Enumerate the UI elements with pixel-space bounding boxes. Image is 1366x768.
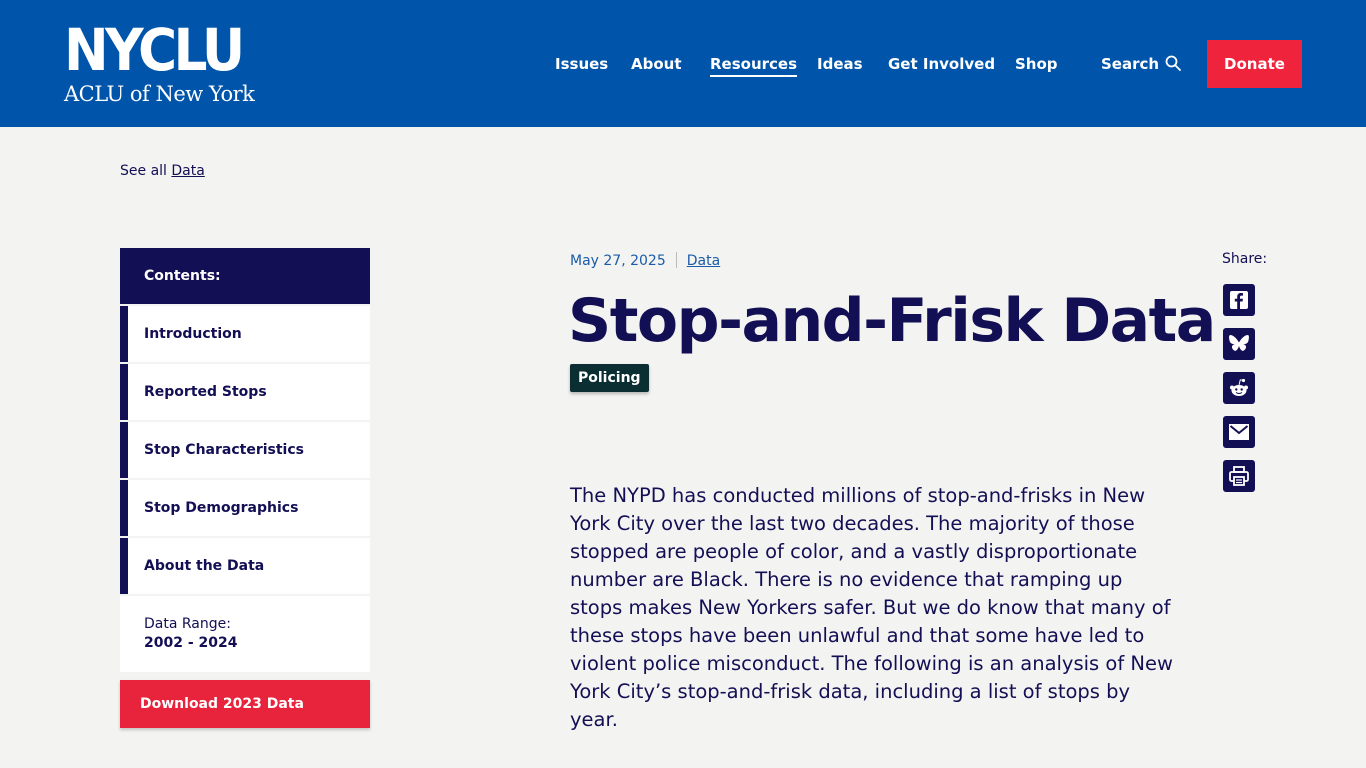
contents-heading: Contents: — [120, 248, 370, 304]
search-button[interactable]: Search — [1101, 54, 1181, 74]
nav-ideas[interactable]: Ideas — [817, 54, 863, 74]
reddit-icon — [1230, 378, 1248, 396]
toc-item-stop-characteristics[interactable]: Stop Characteristics — [120, 422, 370, 478]
print-icon — [1229, 466, 1249, 486]
topic-tag-policing[interactable]: Policing — [570, 364, 649, 392]
data-range: Data Range: 2002 - 2024 — [120, 596, 370, 672]
nav-resources[interactable]: Resources — [710, 54, 798, 77]
share-print-button[interactable] — [1223, 460, 1255, 492]
article-lede: The NYPD has conducted millions of stop-… — [570, 484, 1173, 731]
logo-subtitle: ACLU of New York — [64, 82, 255, 106]
toc-item-stop-demographics[interactable]: Stop Demographics — [120, 480, 370, 536]
data-range-label: Data Range: — [144, 616, 231, 632]
article-meta: May 27, 2025 Data — [570, 252, 720, 269]
article-category-link[interactable]: Data — [687, 253, 720, 269]
email-icon — [1229, 424, 1249, 440]
breadcrumb-prefix: See all — [120, 163, 167, 179]
nav-about[interactable]: About — [631, 54, 682, 74]
data-range-value: 2002 - 2024 — [144, 635, 238, 651]
bluesky-icon — [1229, 335, 1249, 351]
logo-wordmark: NYCLU — [64, 16, 245, 84]
toc-item-reported-stops[interactable]: Reported Stops — [120, 364, 370, 420]
meta-divider — [675, 252, 677, 268]
toc-item-about-the-data[interactable]: About the Data — [120, 538, 370, 594]
share-bluesky-button[interactable] — [1223, 328, 1255, 360]
page-title: Stop-and-Frisk Data — [568, 286, 1216, 356]
toc-item-introduction[interactable]: Introduction — [120, 306, 370, 362]
breadcrumb-link-data[interactable]: Data — [171, 163, 204, 179]
donate-button[interactable]: Donate — [1207, 40, 1302, 88]
nyclu-logo[interactable]: NYCLU ACLU of New York — [64, 16, 257, 106]
nav-shop[interactable]: Shop — [1015, 54, 1058, 74]
facebook-icon — [1230, 291, 1248, 309]
article-date: May 27, 2025 — [570, 253, 666, 269]
share-reddit-button[interactable] — [1223, 372, 1255, 404]
share-facebook-button[interactable] — [1223, 284, 1255, 316]
search-icon — [1165, 55, 1181, 71]
contents-sidebar: Contents: Introduction Reported Stops St… — [120, 248, 370, 728]
search-label: Search — [1101, 55, 1160, 73]
nav-issues[interactable]: Issues — [555, 54, 608, 74]
share-label: Share: — [1222, 251, 1268, 267]
nav-get-involved[interactable]: Get Involved — [888, 54, 995, 74]
site-header: NYCLU ACLU of New York Issues About Reso… — [0, 0, 1366, 127]
breadcrumb: See all Data — [120, 163, 205, 179]
download-data-button[interactable]: Download 2023 Data — [120, 680, 370, 728]
share-email-button[interactable] — [1223, 416, 1255, 448]
